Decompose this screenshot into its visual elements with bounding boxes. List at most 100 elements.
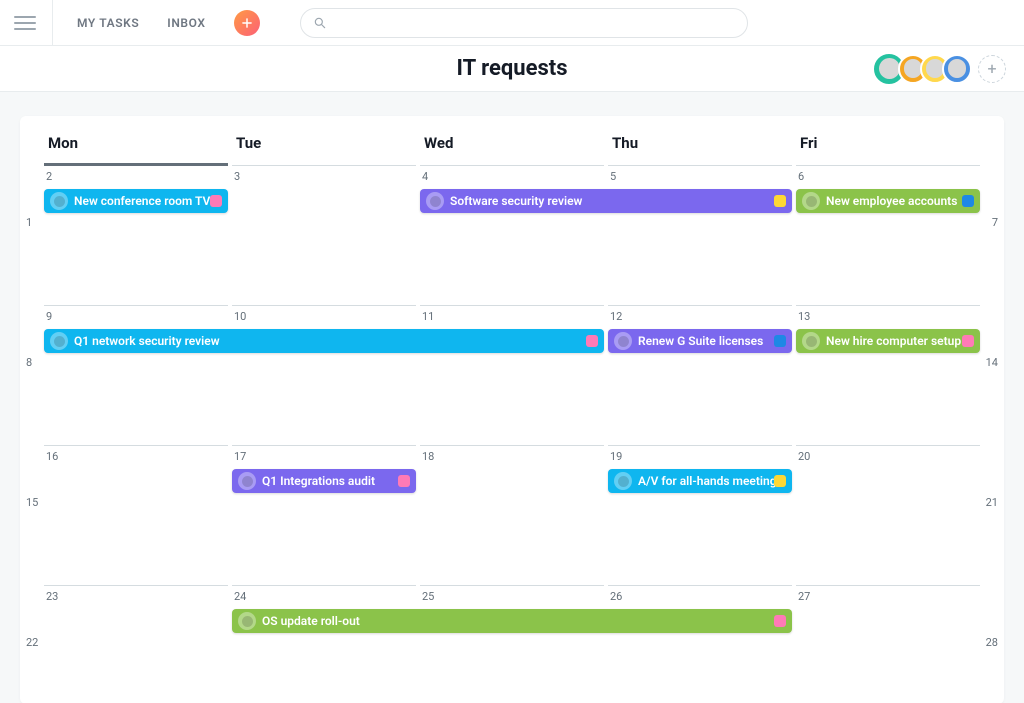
day-number: 18: [422, 450, 434, 463]
member-avatar[interactable]: [942, 54, 972, 84]
task-label: New hire computer setup: [826, 334, 961, 348]
assignee-avatar: [238, 612, 256, 630]
overflow-day-right: 28: [986, 636, 998, 649]
day-number: 5: [610, 170, 616, 183]
day-number: 27: [798, 590, 810, 603]
day-number: 3: [234, 170, 240, 183]
task-tag: [774, 335, 786, 347]
day-cell[interactable]: 27: [796, 585, 980, 674]
day-cell[interactable]: 13: [796, 305, 980, 438]
day-number: 23: [46, 590, 58, 603]
assignee-avatar: [614, 332, 632, 350]
day-cell[interactable]: 2: [44, 163, 228, 298]
overflow-day-left: 8: [26, 356, 32, 369]
day-number: 12: [610, 310, 622, 323]
day-cell[interactable]: 12: [608, 305, 792, 438]
task-tag: [774, 195, 786, 207]
day-number: 19: [610, 450, 622, 463]
task-os-rollout[interactable]: OS update roll-out: [232, 609, 792, 633]
day-number: 6: [798, 170, 804, 183]
calendar-week: 2324252627OS update roll-out: [42, 578, 982, 674]
task-tag: [962, 335, 974, 347]
overflow-day-left: 1: [26, 216, 32, 229]
day-number: 16: [46, 450, 58, 463]
assignee-avatar: [802, 192, 820, 210]
assignee-avatar: [50, 332, 68, 350]
day-number: 11: [422, 310, 434, 323]
nav-inbox[interactable]: INBOX: [167, 16, 205, 30]
day-cell[interactable]: 20: [796, 445, 980, 578]
divider: [52, 0, 53, 46]
calendar-week: 16 17 18 19 20 Q1 Integrations audit A/V for a…: [42, 438, 982, 578]
day-number: 2: [46, 170, 52, 183]
day-header: Thu: [606, 134, 794, 152]
title-bar: IT requests +: [0, 46, 1024, 92]
assignee-avatar: [802, 332, 820, 350]
day-number: 25: [422, 590, 434, 603]
top-bar: MY TASKS INBOX: [0, 0, 1024, 46]
day-header: Tue: [230, 134, 418, 152]
task-label: OS update roll-out: [262, 614, 360, 628]
add-member-button[interactable]: +: [978, 55, 1006, 83]
day-header: Mon: [42, 134, 230, 152]
task-av-allhands[interactable]: A/V for all-hands meeting: [608, 469, 792, 493]
plus-icon: [240, 16, 254, 30]
day-number: 20: [798, 450, 810, 463]
calendar-week: 2 3 4 5 6 New conference room TVs Software sec…: [42, 158, 982, 298]
overflow-day-right: 21: [986, 496, 998, 509]
add-button[interactable]: [234, 10, 260, 36]
menu-icon[interactable]: [14, 12, 36, 34]
task-label: Renew G Suite licenses: [638, 334, 763, 348]
task-tag: [962, 195, 974, 207]
day-cell[interactable]: 6: [796, 165, 980, 298]
day-cell[interactable]: 4: [420, 165, 604, 298]
day-header: Wed: [418, 134, 606, 152]
day-cell[interactable]: 18: [420, 445, 604, 578]
task-q1-network[interactable]: Q1 network security review: [44, 329, 604, 353]
task-sec-review[interactable]: Software security review: [420, 189, 792, 213]
task-q1-integ[interactable]: Q1 Integrations audit: [232, 469, 416, 493]
task-new-hire-comp[interactable]: New hire computer setup: [796, 329, 980, 353]
day-number: 10: [234, 310, 246, 323]
calendar: MonTueWedThuFri 23456New conference room…: [20, 116, 1004, 703]
day-cell[interactable]: 5: [608, 165, 792, 298]
overflow-day-right: 7: [992, 216, 998, 229]
assignee-avatar: [50, 192, 68, 210]
search-box[interactable]: [300, 8, 748, 38]
assignee-avatar: [426, 192, 444, 210]
calendar-week: 9 10 11 12 13 Q1 network security review Renew…: [42, 298, 982, 438]
day-number: 4: [422, 170, 428, 183]
day-cell[interactable]: 19: [608, 445, 792, 578]
day-cell[interactable]: 17: [232, 445, 416, 578]
day-cell[interactable]: 10: [232, 305, 416, 438]
task-label: A/V for all-hands meeting: [638, 474, 777, 488]
nav-my-tasks[interactable]: MY TASKS: [77, 16, 139, 30]
task-label: New conference room TVs: [74, 194, 216, 208]
day-number: 9: [46, 310, 52, 323]
task-gsuite[interactable]: Renew G Suite licenses: [608, 329, 792, 353]
day-number: 26: [610, 590, 622, 603]
task-label: Q1 network security review: [74, 334, 220, 348]
task-tag: [210, 195, 222, 207]
gutter-left: 181522: [20, 164, 42, 703]
day-cell[interactable]: 23: [44, 585, 228, 674]
day-cell[interactable]: 3: [232, 165, 416, 298]
task-tag: [774, 475, 786, 487]
search-icon: [313, 16, 327, 30]
gutter-right: 7142128: [982, 164, 1004, 703]
calendar-weeks: 23456New conference room TVsSoftware sec…: [20, 158, 1004, 674]
day-number: 17: [234, 450, 246, 463]
day-headers: MonTueWedThuFri: [20, 134, 1004, 158]
task-label: New employee accounts: [826, 194, 957, 208]
day-cell[interactable]: 9: [44, 305, 228, 438]
day-cell[interactable]: 11: [420, 305, 604, 438]
project-members: +: [872, 52, 1006, 86]
task-tag: [398, 475, 410, 487]
task-conf-tvs[interactable]: New conference room TVs: [44, 189, 228, 213]
task-new-accounts[interactable]: New employee accounts: [796, 189, 980, 213]
assignee-avatar: [238, 472, 256, 490]
day-cell[interactable]: 16: [44, 445, 228, 578]
day-number: 13: [798, 310, 810, 323]
search-input[interactable]: [335, 15, 735, 30]
overflow-day-left: 22: [26, 636, 38, 649]
